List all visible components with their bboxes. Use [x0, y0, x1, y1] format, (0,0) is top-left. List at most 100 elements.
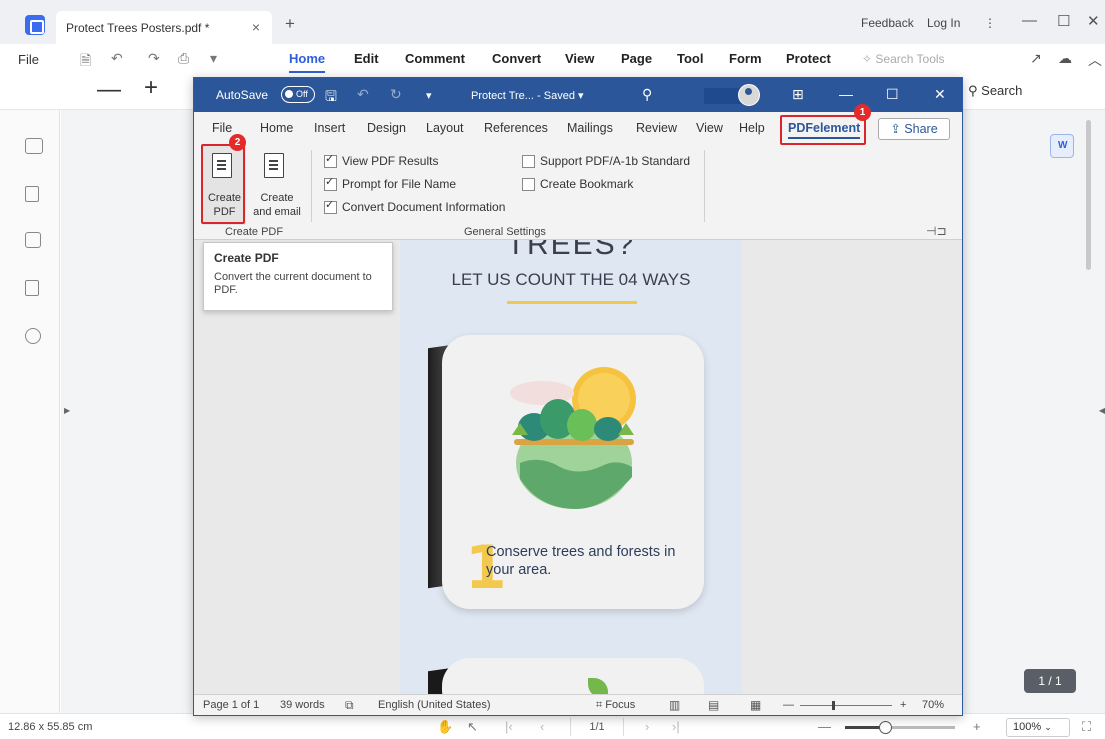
word-zoom-slider[interactable]	[800, 701, 892, 710]
zoom-in-word-icon[interactable]: +	[900, 699, 906, 711]
feedback-link[interactable]: Feedback	[861, 16, 914, 30]
undo-icon[interactable]: ↶	[357, 86, 369, 103]
word-convert-icon[interactable]	[1050, 134, 1074, 158]
group-divider	[311, 150, 312, 222]
zoom-level-select[interactable]: 100% ⌄	[1006, 718, 1070, 737]
minimize-icon[interactable]: —	[1022, 12, 1037, 29]
save-icon[interactable]: 🖫	[325, 86, 337, 110]
tab-home[interactable]: Home	[289, 51, 326, 73]
comment-icon[interactable]	[25, 232, 41, 248]
search-tools-field[interactable]: ✧ Search Tools	[862, 52, 945, 66]
focus-button[interactable]: ⌗ Focus	[596, 699, 635, 712]
create-bookmark-checkbox[interactable]: Create Bookmark	[522, 177, 633, 191]
convert-doc-info-checkbox[interactable]: Convert Document Information	[324, 198, 505, 214]
word-statusbar: Page 1 of 1 39 words ⧉ English (United S…	[194, 694, 962, 715]
first-page-icon[interactable]: |‹	[505, 719, 513, 734]
quick-access-dropdown-icon[interactable]: ▾	[210, 50, 217, 67]
create-and-email-button[interactable]: Create and email	[249, 145, 305, 225]
close-icon[interactable]: ✕	[934, 86, 946, 103]
search-icon[interactable]: ⚲	[642, 86, 652, 103]
cloud-upload-icon[interactable]: ☁	[1058, 50, 1072, 67]
page-number-input[interactable]: 1/1	[570, 718, 624, 736]
pin-ribbon-icon[interactable]: ⊣⊐	[926, 224, 947, 238]
search-panel-icon[interactable]	[25, 328, 41, 344]
vertical-scrollbar[interactable]	[1086, 120, 1091, 270]
prev-page-icon[interactable]: ‹	[540, 719, 544, 734]
print-icon[interactable]: ⎙	[178, 50, 189, 67]
tab-layout[interactable]: Layout	[426, 121, 464, 135]
tab-form[interactable]: Form	[729, 51, 762, 66]
read-mode-icon[interactable]: ▥	[669, 698, 680, 712]
fit-page-icon[interactable]: ⛶	[1082, 719, 1091, 735]
share-icon[interactable]: ↗	[1030, 50, 1042, 67]
login-link[interactable]: Log In	[927, 16, 960, 30]
share-button[interactable]: ⇪ Share	[878, 118, 950, 140]
next-page-icon[interactable]: ›	[645, 719, 649, 734]
redo-icon[interactable]: ↻	[390, 86, 402, 103]
pdfa-standard-checkbox[interactable]: Support PDF/A-1b Standard	[522, 154, 690, 168]
view-pdf-results-checkbox[interactable]: View PDF Results	[324, 152, 438, 168]
collapse-ribbon-icon[interactable]: ︿	[1088, 50, 1102, 70]
zoom-in-button[interactable]: +	[144, 74, 158, 102]
attachment-icon[interactable]	[25, 280, 39, 296]
ribbon-display-icon[interactable]: ⊞	[792, 86, 804, 103]
tab-view[interactable]: View	[696, 121, 723, 135]
tab-protect[interactable]: Protect	[786, 51, 831, 66]
tab-page[interactable]: Page	[621, 51, 652, 66]
last-page-icon[interactable]: ›|	[672, 719, 680, 734]
close-window-icon[interactable]: ✕	[1087, 12, 1100, 30]
file-menu[interactable]: File	[18, 52, 39, 67]
maximize-icon[interactable]: ☐	[886, 86, 899, 103]
language[interactable]: English (United States)	[378, 699, 491, 711]
word-count[interactable]: 39 words	[280, 699, 325, 711]
zoom-slider-knob[interactable]	[878, 721, 892, 734]
tab-review[interactable]: Review	[636, 121, 677, 135]
tab-tool[interactable]: Tool	[677, 51, 703, 66]
zoom-in-status-icon[interactable]: +	[973, 719, 981, 734]
word-zoom-level[interactable]: 70%	[922, 699, 944, 711]
tab-view[interactable]: View	[565, 51, 594, 66]
zoom-out-word-icon[interactable]: —	[783, 699, 794, 711]
prompt-file-name-checkbox[interactable]: Prompt for File Name	[324, 175, 456, 191]
page-count[interactable]: Page 1 of 1	[203, 699, 259, 711]
tab-comment[interactable]: Comment	[405, 51, 465, 66]
tab-convert[interactable]: Convert	[492, 51, 541, 66]
proofing-icon[interactable]: ⧉	[345, 698, 354, 713]
minimize-icon[interactable]: —	[839, 86, 853, 102]
expand-sidebar-icon[interactable]: ▶	[64, 406, 70, 415]
zoom-out-button[interactable]: —	[97, 76, 121, 104]
tab-edit[interactable]: Edit	[354, 51, 379, 66]
expand-right-panel-icon[interactable]: ◀	[1099, 406, 1105, 415]
more-options-icon[interactable]: ⋮	[984, 16, 996, 30]
avatar[interactable]	[738, 84, 760, 106]
poster-underline	[507, 301, 637, 304]
maximize-icon[interactable]: ☐	[1057, 12, 1070, 30]
thumbnails-icon[interactable]	[25, 138, 43, 154]
redo-icon[interactable]: ↷	[148, 50, 160, 67]
zoom-slider[interactable]	[845, 721, 955, 734]
tip-card: 1 Conserve trees and forests in your are…	[442, 335, 704, 609]
search-button[interactable]: ⚲ Search	[968, 83, 1022, 99]
tab-design[interactable]: Design	[367, 121, 406, 135]
web-layout-icon[interactable]: ▦	[750, 698, 761, 712]
tab-file[interactable]: File	[212, 121, 232, 135]
zoom-out-status-icon[interactable]: —	[818, 719, 831, 734]
bookmark-icon[interactable]	[25, 186, 39, 202]
tab-help[interactable]: Help	[739, 121, 765, 135]
save-icon[interactable]: 🗎	[80, 50, 91, 74]
word-zoom-thumb[interactable]	[832, 701, 836, 710]
document-tab[interactable]: Protect Trees Posters.pdf * ×	[56, 11, 272, 44]
undo-icon[interactable]: ↶	[111, 50, 123, 67]
new-tab-button[interactable]: +	[285, 14, 295, 34]
tab-references[interactable]: References	[484, 121, 548, 135]
word-document-title[interactable]: Protect Tre... - Saved ▾	[471, 89, 584, 102]
autosave-toggle[interactable]: Off	[281, 86, 315, 103]
select-tool-icon[interactable]: ↖	[467, 719, 478, 735]
hand-tool-icon[interactable]: ✋	[437, 719, 453, 735]
close-tab-icon[interactable]: ×	[252, 19, 260, 35]
tab-insert[interactable]: Insert	[314, 121, 345, 135]
tab-home[interactable]: Home	[260, 121, 293, 135]
customize-toolbar-icon[interactable]: ▾	[426, 89, 432, 102]
print-layout-icon[interactable]: ▤	[708, 698, 719, 712]
tab-mailings[interactable]: Mailings	[567, 121, 613, 135]
